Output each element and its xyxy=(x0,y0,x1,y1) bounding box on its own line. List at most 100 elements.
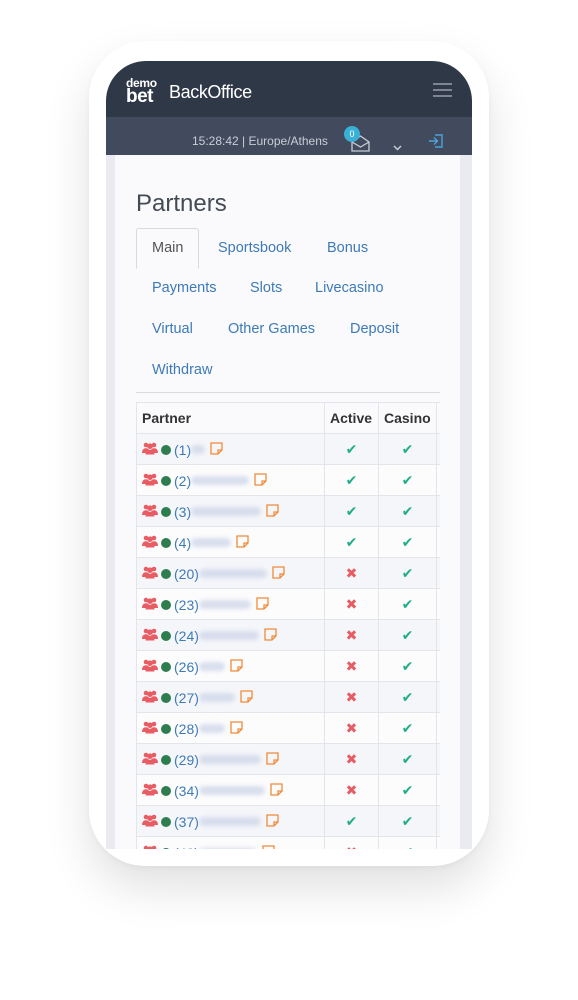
table-row[interactable]: (27) ✖ ✔ xyxy=(136,681,440,713)
users-icon[interactable] xyxy=(142,597,158,613)
column-header-partner[interactable]: Partner xyxy=(136,402,325,434)
users-icon[interactable] xyxy=(142,721,158,737)
partner-id-link[interactable]: (2) xyxy=(174,473,191,489)
menu-icon[interactable] xyxy=(433,83,452,97)
tab-virtual[interactable]: Virtual xyxy=(152,321,193,337)
partner-name-redacted xyxy=(198,693,235,703)
status-dot-icon xyxy=(161,692,171,703)
right-gutter xyxy=(460,155,472,849)
more-cell xyxy=(436,588,440,620)
users-icon[interactable] xyxy=(142,659,158,675)
partner-name-redacted xyxy=(198,662,225,672)
note-icon[interactable] xyxy=(266,751,279,768)
check-icon: ✔ xyxy=(378,774,437,806)
check-icon: ✔ xyxy=(324,805,379,837)
more-cell xyxy=(436,743,440,775)
tab-slots[interactable]: Slots xyxy=(250,280,282,296)
partner-id-link[interactable]: (23) xyxy=(174,597,199,613)
users-icon[interactable] xyxy=(142,814,158,830)
partner-name-redacted xyxy=(198,848,257,849)
column-header-active[interactable]: Active xyxy=(324,402,379,434)
table-row[interactable]: (3) ✔ ✔ xyxy=(136,495,440,527)
partner-id-link[interactable]: (37) xyxy=(174,814,199,830)
tab-bar: Main Sportsbook Bonus Payments Slots Liv… xyxy=(136,228,440,393)
table-row[interactable]: (4) ✔ ✔ xyxy=(136,526,440,558)
more-cell xyxy=(436,774,440,806)
note-icon[interactable] xyxy=(230,658,243,675)
note-icon[interactable] xyxy=(236,534,249,551)
note-icon[interactable] xyxy=(240,689,253,706)
tab-bonus[interactable]: Bonus xyxy=(327,240,368,256)
users-icon[interactable] xyxy=(142,566,158,582)
logout-icon[interactable] xyxy=(428,133,444,154)
note-icon[interactable] xyxy=(254,472,267,489)
users-icon[interactable] xyxy=(142,504,158,520)
partner-name-redacted xyxy=(198,569,267,579)
partner-id-link[interactable]: (29) xyxy=(174,752,199,768)
partner-id-link[interactable]: (1) xyxy=(174,442,191,458)
users-icon[interactable] xyxy=(142,535,158,551)
note-icon[interactable] xyxy=(264,627,277,644)
note-icon[interactable] xyxy=(266,503,279,520)
check-icon: ✔ xyxy=(378,681,437,713)
status-dot-icon xyxy=(161,568,171,579)
table-row[interactable]: (26) ✖ ✔ xyxy=(136,650,440,682)
partner-cell: (34) xyxy=(136,774,325,806)
tab-payments[interactable]: Payments xyxy=(152,280,216,296)
partner-id-link[interactable]: (34) xyxy=(174,783,199,799)
table-row[interactable]: (24) ✖ ✔ xyxy=(136,619,440,651)
more-cell xyxy=(436,557,440,589)
table-row[interactable]: (23) ✖ ✔ xyxy=(136,588,440,620)
users-icon[interactable] xyxy=(142,783,158,799)
partner-id-link[interactable]: (26) xyxy=(174,659,199,675)
users-icon[interactable] xyxy=(142,442,158,458)
partner-id-link[interactable]: (28) xyxy=(174,721,199,737)
tab-other-games[interactable]: Other Games xyxy=(228,321,315,337)
status-dot-icon xyxy=(161,785,171,796)
cross-icon: ✖ xyxy=(324,650,379,682)
tab-withdraw[interactable]: Withdraw xyxy=(152,362,212,378)
tab-livecasino[interactable]: Livecasino xyxy=(315,280,384,296)
note-icon[interactable] xyxy=(230,720,243,737)
partner-id-link[interactable]: (20) xyxy=(174,566,199,582)
note-icon[interactable] xyxy=(270,782,283,799)
table-row[interactable]: (29) ✖ ✔ xyxy=(136,743,440,775)
note-icon[interactable] xyxy=(266,813,279,830)
partners-table-wrapper[interactable]: Partner Active Casino (1) ✔ ✔ (2) ✔ ✔ (3) ✔ ✔ (4)… xyxy=(136,402,440,849)
note-icon[interactable] xyxy=(210,441,223,458)
status-dot-icon xyxy=(161,847,171,849)
users-icon[interactable] xyxy=(142,845,158,849)
users-icon[interactable] xyxy=(142,752,158,768)
note-icon[interactable] xyxy=(272,565,285,582)
cross-icon: ✖ xyxy=(324,743,379,775)
partner-cell: (20) xyxy=(136,557,325,589)
chevron-down-icon[interactable] xyxy=(393,138,402,156)
table-row[interactable]: (20) ✖ ✔ xyxy=(136,557,440,589)
partner-id-link[interactable]: (4) xyxy=(174,535,191,551)
table-row[interactable]: (40) ✖✔ xyxy=(136,836,440,849)
users-icon[interactable] xyxy=(142,473,158,489)
column-header-casino[interactable]: Casino xyxy=(378,402,437,434)
table-row[interactable]: (28) ✖ ✔ xyxy=(136,712,440,744)
more-cell xyxy=(436,464,440,496)
table-row[interactable]: (1) ✔ ✔ xyxy=(136,433,440,465)
partner-id-link[interactable]: (40) xyxy=(174,845,199,849)
partner-id-link[interactable]: (24) xyxy=(174,628,199,644)
partner-name-redacted xyxy=(198,817,261,827)
partner-id-link[interactable]: (27) xyxy=(174,690,199,706)
partner-id-link[interactable]: (3) xyxy=(174,504,191,520)
tab-deposit[interactable]: Deposit xyxy=(350,321,399,337)
table-row[interactable]: (34) ✖ ✔ xyxy=(136,774,440,806)
users-icon[interactable] xyxy=(142,628,158,644)
partner-name-redacted xyxy=(191,476,250,486)
table-row[interactable]: (2) ✔ ✔ xyxy=(136,464,440,496)
tab-main[interactable]: Main xyxy=(136,228,200,269)
tab-sportsbook[interactable]: Sportsbook xyxy=(218,240,291,256)
phone-frame: demo bet BackOffice 15:28:42 | Europe/At… xyxy=(89,41,489,866)
users-icon[interactable] xyxy=(142,690,158,706)
note-icon[interactable] xyxy=(256,596,269,613)
table-row[interactable]: (37) ✔ ✔ xyxy=(136,805,440,837)
screen: demo bet BackOffice 15:28:42 | Europe/At… xyxy=(106,61,472,849)
note-icon[interactable] xyxy=(262,844,275,849)
check-icon: ✔ xyxy=(324,433,379,465)
